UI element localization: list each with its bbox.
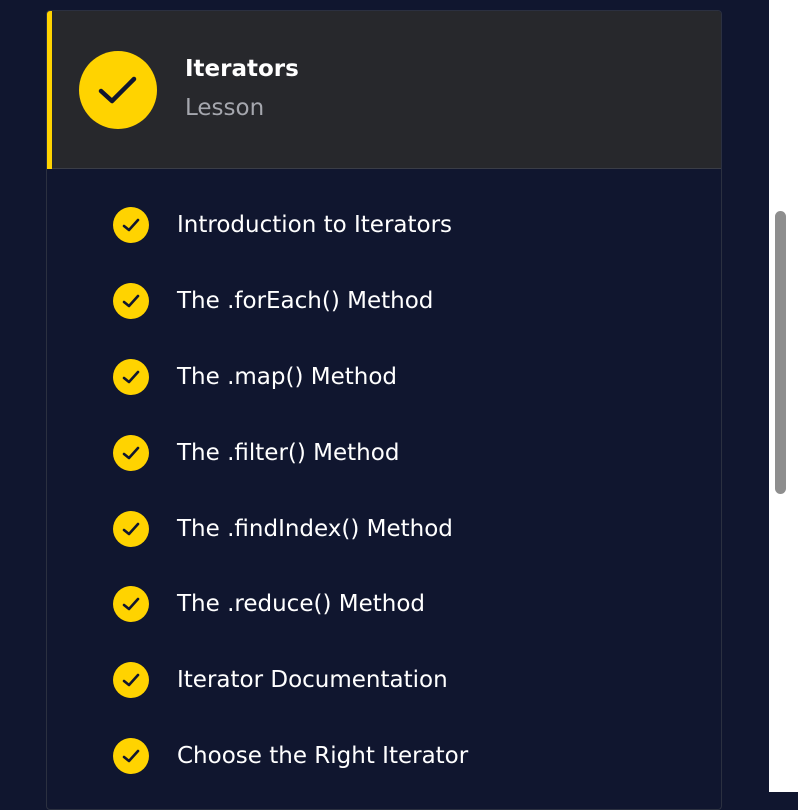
- check-icon: [113, 662, 149, 698]
- lesson-item[interactable]: The .reduce() Method: [113, 586, 673, 622]
- lesson-item-label: Introduction to Iterators: [177, 212, 453, 238]
- lesson-item-label: The .forEach() Method: [177, 288, 434, 314]
- lesson-item-label: Choose the Right Iterator: [177, 743, 469, 769]
- lesson-item-label: The .filter() Method: [177, 440, 400, 466]
- check-icon: [113, 738, 149, 774]
- lesson-item[interactable]: The .filter() Method: [113, 435, 673, 471]
- check-icon: [113, 207, 149, 243]
- lesson-complete-check-icon: [79, 51, 157, 129]
- check-icon: [98, 76, 137, 104]
- header-accent-bar: [47, 11, 52, 169]
- lesson-panel: Iterators Lesson Introduction to Iterato…: [46, 10, 722, 810]
- lesson-item-label: The .reduce() Method: [177, 591, 425, 617]
- check-icon: [113, 511, 149, 547]
- lesson-subtitle: Lesson: [185, 95, 265, 121]
- lesson-header[interactable]: Iterators Lesson: [47, 11, 721, 169]
- check-icon: [113, 435, 149, 471]
- check-icon: [113, 586, 149, 622]
- lesson-item[interactable]: The .map() Method: [113, 359, 673, 395]
- check-icon: [113, 359, 149, 395]
- lesson-item-label: Iterator Documentation: [177, 667, 448, 693]
- scrollbar-thumb[interactable]: [775, 211, 786, 494]
- lesson-item-label: The .findIndex() Method: [177, 516, 453, 542]
- lesson-item-label: The .map() Method: [177, 364, 398, 390]
- lesson-title: Iterators: [185, 56, 299, 82]
- lesson-item[interactable]: Iterator Documentation: [113, 662, 673, 698]
- lesson-item[interactable]: Introduction to Iterators: [113, 207, 673, 243]
- lesson-item[interactable]: The .findIndex() Method: [113, 511, 673, 547]
- check-icon: [113, 283, 149, 319]
- lesson-item[interactable]: The .forEach() Method: [113, 283, 673, 319]
- lesson-item[interactable]: Choose the Right Iterator: [113, 738, 673, 774]
